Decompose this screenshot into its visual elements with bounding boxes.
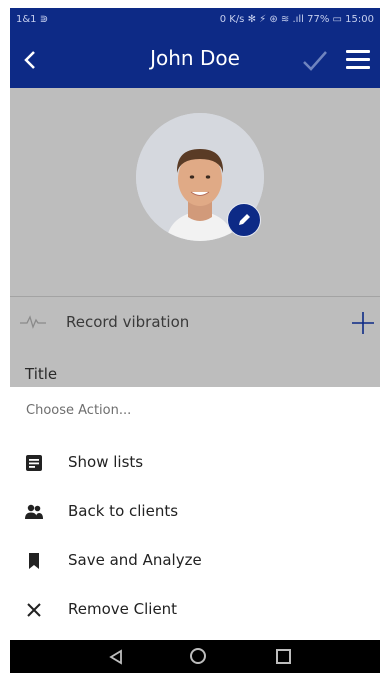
action-label: Save and Analyze (68, 551, 202, 569)
add-icon[interactable] (350, 310, 376, 336)
profile-section (10, 88, 380, 296)
close-icon (27, 603, 41, 617)
back-arrow-icon[interactable] (18, 46, 42, 74)
action-back-to-clients[interactable]: Back to clients (10, 492, 380, 532)
app-bar: John Doe (10, 32, 380, 88)
nav-back-icon[interactable] (108, 649, 124, 665)
action-label: Back to clients (68, 502, 179, 520)
title-label: Title (25, 365, 58, 383)
record-vibration-row[interactable]: Record vibration (10, 297, 380, 349)
waveform-icon (20, 315, 46, 329)
edit-photo-button[interactable] (227, 203, 261, 237)
system-nav-bar (10, 640, 380, 673)
nav-home-icon[interactable] (190, 648, 206, 664)
action-sheet: Choose Action... Show lists Back to clie… (10, 387, 380, 640)
record-vibration-label: Record vibration (66, 313, 190, 331)
people-icon (25, 504, 43, 519)
status-bar: 1&1 ⋑ 0 K/s ✻ ⚡ ⊛ ≋ .ıll 77% ▭ 15:00 (10, 8, 380, 32)
action-show-lists[interactable]: Show lists (10, 443, 380, 483)
carrier-text: 1&1 ⋑ (16, 14, 49, 25)
bookmark-icon (29, 553, 39, 569)
action-sheet-header: Choose Action... (26, 403, 132, 418)
status-icons-text: 0 K/s ✻ ⚡ ⊛ ≋ .ıll 77% ▭ 15:00 (219, 14, 374, 25)
title-field-row: Title (10, 349, 380, 387)
check-icon[interactable] (298, 46, 332, 74)
action-save-and-analyze[interactable]: Save and Analyze (10, 541, 380, 581)
menu-icon[interactable] (346, 50, 370, 70)
list-icon (26, 455, 42, 471)
phone-screen: 1&1 ⋑ 0 K/s ✻ ⚡ ⊛ ≋ .ıll 77% ▭ 15:00 Joh… (10, 8, 380, 673)
action-label: Remove Client (68, 600, 178, 618)
nav-recents-icon[interactable] (276, 649, 291, 664)
action-label: Show lists (68, 453, 144, 471)
action-remove-client[interactable]: Remove Client (10, 590, 380, 630)
page-title: John Doe (150, 46, 240, 70)
pencil-icon (239, 214, 250, 225)
